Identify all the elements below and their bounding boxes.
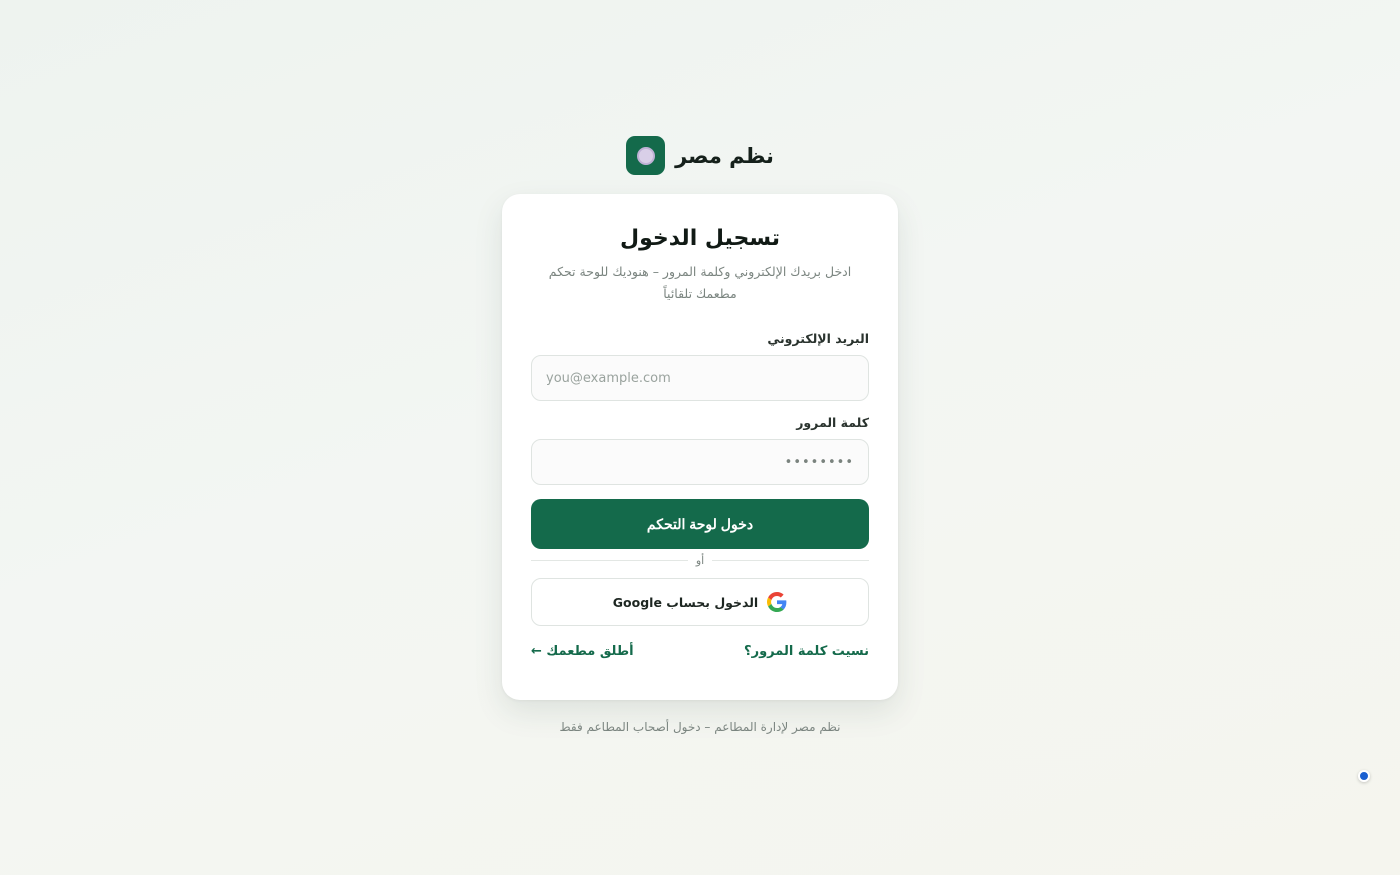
- email-placeholder: you@example.com: [546, 370, 671, 386]
- email-field[interactable]: you@example.com: [531, 355, 869, 401]
- divider-line: [531, 559, 688, 561]
- brand-name: نظم مصر: [675, 143, 774, 168]
- login-card: تسجيل الدخول ادخل بريدك الإلكتروني وكلمة…: [502, 194, 898, 700]
- divider-line: [712, 559, 869, 561]
- email-label: البريد الإلكتروني: [767, 331, 869, 346]
- status-indicator-dot[interactable]: [1358, 770, 1370, 782]
- or-label: أو: [695, 553, 705, 567]
- brand-header: نظم مصر: [0, 136, 1400, 175]
- forgot-password-link[interactable]: نسيت كلمة المرور؟: [744, 644, 869, 659]
- password-field[interactable]: ••••••••: [531, 439, 869, 485]
- password-label: كلمة المرور: [796, 415, 869, 430]
- google-signin-label: الدخول بحساب Google: [612, 594, 759, 610]
- or-divider: أو: [531, 553, 869, 567]
- launch-restaurant-link[interactable]: أطلق مطعمك ←: [531, 644, 634, 659]
- card-links: نسيت كلمة المرور؟ أطلق مطعمك ←: [531, 644, 869, 659]
- submit-button[interactable]: دخول لوحة التحكم: [531, 499, 869, 549]
- footer-note: نظم مصر لإدارة المطاعم – دخول أصحاب المط…: [559, 720, 841, 734]
- plate-icon: [626, 136, 666, 175]
- login-subtitle: ادخل بريدك الإلكتروني وكلمة المرور – هنو…: [548, 264, 852, 301]
- google-icon: [767, 592, 787, 612]
- login-title: تسجيل الدخول: [619, 226, 781, 251]
- password-value: ••••••••: [784, 454, 854, 470]
- google-signin-button[interactable]: الدخول بحساب Google: [531, 578, 869, 626]
